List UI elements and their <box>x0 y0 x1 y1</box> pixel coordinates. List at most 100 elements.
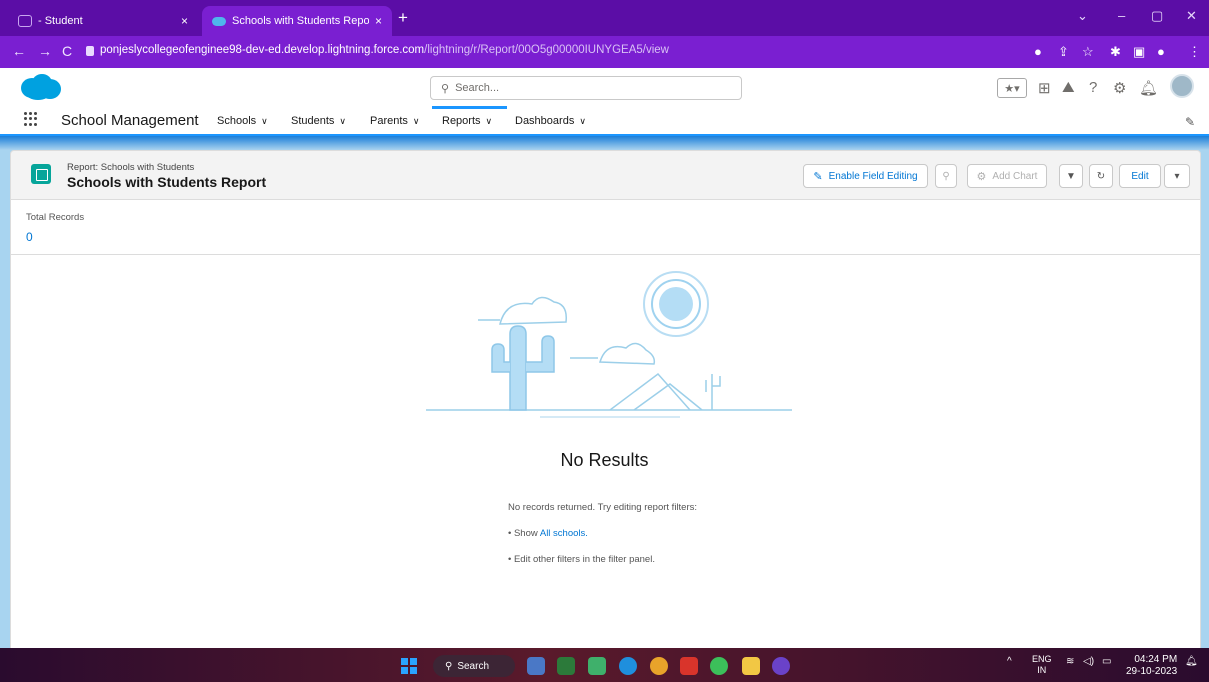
enable-field-editing-button[interactable]: ✎ Enable Field Editing <box>803 164 928 188</box>
menu-kebab-icon[interactable]: ⋮ <box>1188 44 1201 60</box>
wifi-icon[interactable]: ≋ <box>1066 656 1074 667</box>
search-icon: ⚲ <box>441 82 450 95</box>
search-icon: ⚲ <box>942 170 950 182</box>
reload-icon[interactable]: C <box>62 43 72 59</box>
report-icon <box>31 164 51 184</box>
empty-state-hint-filters: • Edit other filters in the filter panel… <box>508 554 655 565</box>
add-chart-button[interactable]: ⚙ Add Chart <box>967 164 1047 188</box>
empty-state-hint-show-all: • Show All schools. <box>508 528 588 539</box>
bookmark-star-icon[interactable]: ☆ <box>1082 44 1094 60</box>
acrobat-icon[interactable] <box>680 657 698 675</box>
filter-icon: ▼ <box>1066 170 1076 182</box>
empty-state-desert-illustration <box>426 271 792 418</box>
tray-chevron-icon[interactable]: ^ <box>1007 656 1012 667</box>
report-title: Schools with Students Report <box>67 174 267 190</box>
notification-bell-icon[interactable]: 🔔︎ <box>1185 656 1198 667</box>
nav-item-dashboards[interactable]: Dashboards ∨ <box>515 115 586 127</box>
nav-item-schools[interactable]: Schools ∨ <box>217 115 268 127</box>
url-field[interactable]: ponjeslycollegeofenginee98-dev-ed.develo… <box>100 44 669 56</box>
chevron-down-icon[interactable]: ∨ <box>339 116 346 126</box>
nav-item-students[interactable]: Students ∨ <box>291 115 346 127</box>
favorites-icon[interactable]: ★▾ <box>997 78 1027 98</box>
global-header: ⚲ Search... ★▾ ⊞ ⛰ ? ⚙ 🔔︎ <box>0 68 1209 106</box>
pencil-icon: ✎ <box>813 170 823 183</box>
app-name: School Management <box>61 112 199 129</box>
chevron-down-icon[interactable]: ∨ <box>579 116 586 126</box>
search-report-button[interactable]: ⚲ <box>935 164 957 188</box>
whatsapp-icon[interactable] <box>710 657 728 675</box>
side-panel-icon[interactable]: ▣ <box>1133 44 1145 60</box>
nav-item-reports[interactable]: Reports ∨ <box>442 115 492 127</box>
search-icon: ⚲ <box>445 660 453 672</box>
url-host: ponjeslycollegeofenginee98-dev-ed.develo… <box>100 44 425 56</box>
restore-button[interactable]: ▢ <box>1151 8 1163 24</box>
tab-title: - Student <box>38 15 83 27</box>
report-eyebrow: Report: Schools with Students <box>67 162 195 173</box>
language-indicator[interactable]: ENG IN <box>1032 654 1052 676</box>
chevron-down-icon[interactable]: ∨ <box>261 116 268 126</box>
tab-student[interactable]: - Student × <box>8 6 198 36</box>
nav-item-parents[interactable]: Parents ∨ <box>370 115 420 127</box>
chrome-browser-icon[interactable] <box>650 657 668 675</box>
refresh-icon: ↻ <box>1096 170 1106 182</box>
file-explorer-icon[interactable] <box>742 657 760 675</box>
taskbar-app-icon[interactable] <box>588 657 606 675</box>
tab-search-icon[interactable]: ⌄ <box>1077 8 1088 24</box>
volume-icon[interactable]: ◁) <box>1083 656 1094 667</box>
windows-start-icon[interactable] <box>401 658 417 674</box>
tab-close-icon[interactable]: × <box>181 14 188 28</box>
browser-tab-strip: - Student × Schools with Students Report… <box>0 0 1209 36</box>
summary-divider <box>10 254 1201 255</box>
filter-button[interactable]: ▼ <box>1059 164 1083 188</box>
all-schools-link[interactable]: All schools. <box>540 528 588 539</box>
notifications-bell-icon[interactable]: 🔔︎ <box>1139 79 1158 97</box>
setup-gear-icon[interactable]: ⚙ <box>1113 79 1126 97</box>
address-bar: ← → C ponjeslycollegeofenginee98-dev-ed.… <box>0 36 1209 68</box>
forward-icon[interactable]: → <box>38 43 52 59</box>
chevron-down-icon[interactable]: ∨ <box>413 116 420 126</box>
new-tab-button[interactable]: + <box>398 8 408 28</box>
salesforce-logo-icon[interactable] <box>18 73 62 101</box>
no-results-title: No Results <box>560 450 649 470</box>
windows-taskbar: ⚲ Search ^ ENG IN ≋ ◁) ▭ 04:24 PM 29-10-20… <box>0 648 1209 682</box>
battery-icon[interactable]: ▭ <box>1102 656 1111 667</box>
tab-title: Schools with Students Report | S <box>232 15 369 27</box>
edit-nav-pencil-icon[interactable]: ✎ <box>1185 115 1195 129</box>
taskbar-search[interactable]: ⚲ Search <box>433 655 515 677</box>
app-launcher-icon[interactable] <box>24 112 38 126</box>
tab-close-icon[interactable]: × <box>375 14 382 28</box>
user-avatar[interactable] <box>1170 74 1194 98</box>
more-actions-button[interactable]: ▾ <box>1164 164 1190 188</box>
google-icon[interactable]: ● <box>1034 44 1042 59</box>
lock-icon <box>86 46 94 56</box>
close-window-button[interactable]: ✕ <box>1186 8 1197 24</box>
report-header: Report: Schools with Students Schools wi… <box>10 150 1201 200</box>
help-icon[interactable]: ? <box>1089 79 1097 96</box>
url-path: /lightning/r/Report/00O5g00000IUNYGEA5/v… <box>424 44 669 56</box>
chart-icon: ⚙ <box>976 170 987 183</box>
tab-favicon-icon <box>18 15 32 27</box>
minimize-button[interactable]: – <box>1118 8 1125 23</box>
search-placeholder: Search... <box>455 82 500 94</box>
tab-schools-report[interactable]: Schools with Students Report | S × <box>202 6 392 36</box>
edge-browser-icon[interactable] <box>619 657 637 675</box>
add-icon[interactable]: ⊞ <box>1038 79 1051 97</box>
taskbar-app-icon[interactable] <box>557 657 575 675</box>
global-search-input[interactable]: ⚲ Search... <box>430 76 742 100</box>
total-records-label: Total Records <box>26 212 85 223</box>
active-tab-indicator <box>432 106 507 109</box>
salesforce-favicon-icon <box>212 16 226 26</box>
taskbar-app-icon[interactable] <box>527 657 545 675</box>
system-clock[interactable]: 04:24 PM 29-10-2023 <box>1126 654 1177 678</box>
profile-avatar-icon[interactable]: ● <box>1157 44 1165 59</box>
app-navigation: School Management Schools ∨ Students ∨ Par… <box>0 106 1209 136</box>
share-icon[interactable]: ⇪ <box>1058 44 1069 60</box>
chevron-down-icon: ▾ <box>1174 170 1180 182</box>
chevron-down-icon[interactable]: ∨ <box>486 116 493 126</box>
chrome-profile-icon[interactable] <box>772 657 790 675</box>
refresh-button[interactable]: ↻ <box>1089 164 1113 188</box>
edit-button[interactable]: Edit <box>1119 164 1161 188</box>
trailhead-icon[interactable]: ⛰ <box>1062 79 1075 96</box>
extensions-icon[interactable]: ✱ <box>1110 44 1121 60</box>
back-icon[interactable]: ← <box>12 43 26 59</box>
